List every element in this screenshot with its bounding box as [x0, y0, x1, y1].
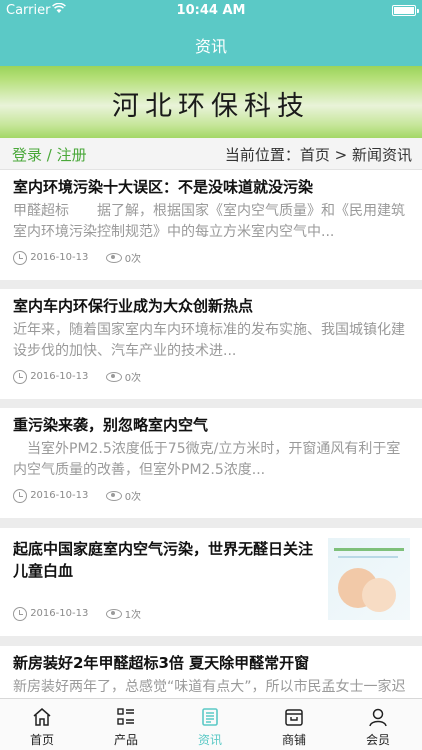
tab-label: 产品 — [113, 733, 138, 747]
clock-icon — [13, 250, 27, 265]
clock-icon — [13, 488, 27, 503]
news-meta: 2016-10-13 0次 — [13, 250, 141, 266]
eye-icon — [105, 252, 122, 263]
news-item[interactable]: 重污染来袭，别忽略室内空气 当室外PM2.5浓度低于75微克/立方米时，开窗通风… — [0, 408, 422, 518]
news-item[interactable]: 室内环境污染十大误区：不是没味道就没污染 甲醛超标 据了解，根据国家《室内空气质… — [0, 170, 422, 280]
news-views: 1次 — [124, 610, 142, 621]
tab-member[interactable]: 会员 — [336, 699, 420, 750]
news-title[interactable]: 新房装好2年甲醛超标3倍 夏天除甲醛常开窗 — [13, 652, 309, 674]
news-item[interactable]: 新房装好2年甲醛超标3倍 夏天除甲醛常开窗 新房装好两年了，总感觉“味道有点大”… — [0, 646, 422, 698]
news-views: 0次 — [124, 254, 142, 265]
news-item[interactable]: 起底中国家庭室内空气污染，世界无醛日关注儿童白血 2016-10-13 1次 — [0, 528, 422, 636]
news-views: 0次 — [124, 373, 142, 384]
news-date: 2016-10-13 — [30, 252, 89, 263]
news-date: 2016-10-13 — [30, 371, 89, 382]
list-icon — [117, 708, 134, 725]
login-register-link[interactable]: 登录 / 注册 — [12, 144, 87, 165]
news-meta: 2016-10-13 0次 — [13, 369, 141, 385]
news-title[interactable]: 重污染来袭，别忽略室内空气 — [13, 414, 208, 436]
news-item[interactable]: 室内车内环保行业成为大众创新热点 近年来，随着国家室内车内环境标准的发布实施、我… — [0, 289, 422, 399]
clock-time: 10:44 AM — [176, 3, 246, 18]
news-summary: 甲醛超标 据了解，根据国家《室内空气质量》和《民用建筑室内环境污染控制规范》中的… — [13, 203, 405, 240]
tab-products[interactable]: 产品 — [84, 699, 168, 750]
tab-label: 会员 — [365, 733, 390, 747]
tab-shop[interactable]: 商铺 — [252, 699, 336, 750]
baby-thumbnail — [328, 538, 410, 620]
status-bar: Carrier 10:44 AM — [0, 0, 422, 22]
eye-icon — [105, 371, 122, 382]
news-icon — [202, 708, 218, 726]
banner-title: 河北环保科技 — [112, 91, 310, 122]
news-views: 0次 — [124, 492, 142, 503]
news-date: 2016-10-13 — [30, 608, 89, 619]
tab-label: 商铺 — [281, 733, 306, 747]
eye-icon — [105, 608, 122, 619]
breadcrumb: 当前位置：首页 > 新闻资讯 — [224, 146, 412, 164]
eye-icon — [105, 490, 122, 501]
news-summary: 当室外PM2.5浓度低于75微克/立方米时，开窗通风有利于室内空气质量的改善，但… — [13, 441, 401, 478]
clock-icon — [13, 369, 27, 384]
shop-icon — [285, 709, 303, 726]
news-title[interactable]: 起底中国家庭室内空气污染，世界无醛日关注儿童白血 — [13, 538, 323, 582]
battery-icon — [392, 5, 419, 16]
news-date: 2016-10-13 — [30, 490, 89, 501]
tab-label: 首页 — [29, 733, 54, 747]
news-meta: 2016-10-13 1次 — [13, 606, 141, 622]
tab-bar: 首页 产品 资讯 商铺 会员 — [0, 698, 422, 750]
news-list[interactable]: 室内环境污染十大误区：不是没味道就没污染 甲醛超标 据了解，根据国家《室内空气质… — [0, 170, 422, 698]
page-title: 资讯 — [194, 37, 227, 56]
login-bar: 登录 / 注册 当前位置：首页 > 新闻资讯 — [0, 138, 422, 170]
news-title[interactable]: 室内环境污染十大误区：不是没味道就没污染 — [13, 176, 313, 198]
news-meta: 2016-10-13 0次 — [13, 488, 141, 504]
home-icon — [33, 708, 51, 726]
company-banner: 河北环保科技 — [0, 66, 422, 138]
app-header: Carrier 10:44 AM 资讯 — [0, 0, 422, 66]
news-summary: 近年来，随着国家室内车内环境标准的发布实施、我国城镇化建设步伐的加快、汽车产业的… — [13, 322, 405, 359]
news-title[interactable]: 室内车内环保行业成为大众创新热点 — [13, 295, 253, 317]
tab-news[interactable]: 资讯 — [168, 699, 252, 750]
tab-home[interactable]: 首页 — [0, 699, 84, 750]
user-icon — [369, 708, 387, 727]
news-summary: 新房装好两年了，总感觉“味道有点大”，所以市民孟女士一家迟 — [13, 679, 406, 695]
tab-label: 资讯 — [197, 733, 222, 747]
clock-icon — [13, 606, 27, 621]
